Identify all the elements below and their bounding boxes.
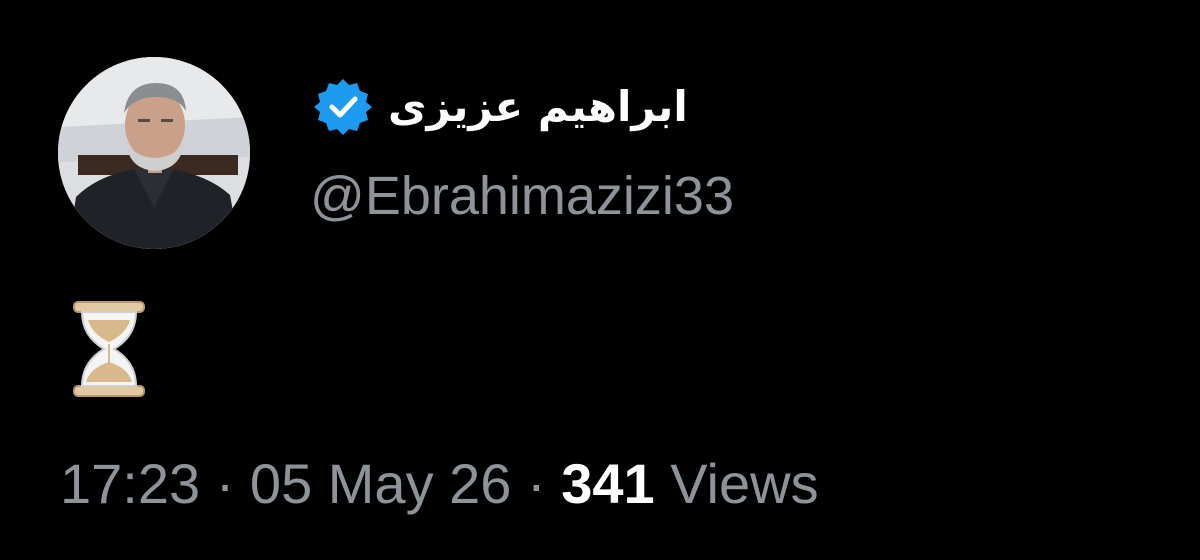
tweet-meta: 17:23 · 05 May 26 · 341 Views — [60, 448, 819, 520]
tweet-card: ابراهیم عزیزی @Ebrahimazizi33 17:23 · 05… — [0, 0, 1200, 560]
tweet-date[interactable]: 05 May 26 — [250, 452, 512, 515]
author-name-row: ابراهیم عزیزی — [312, 72, 688, 142]
meta-separator: · — [215, 452, 235, 515]
tweet-time[interactable]: 17:23 — [60, 452, 200, 515]
views-count[interactable]: 341 — [561, 452, 654, 515]
views-label: Views — [670, 452, 819, 515]
hourglass-icon — [72, 300, 146, 398]
user-handle[interactable]: @Ebrahimazizi33 — [310, 160, 734, 232]
verified-badge-icon — [312, 76, 374, 138]
avatar[interactable] — [58, 57, 250, 249]
display-name[interactable]: ابراهیم عزیزی — [388, 77, 688, 137]
meta-separator: · — [526, 452, 546, 515]
